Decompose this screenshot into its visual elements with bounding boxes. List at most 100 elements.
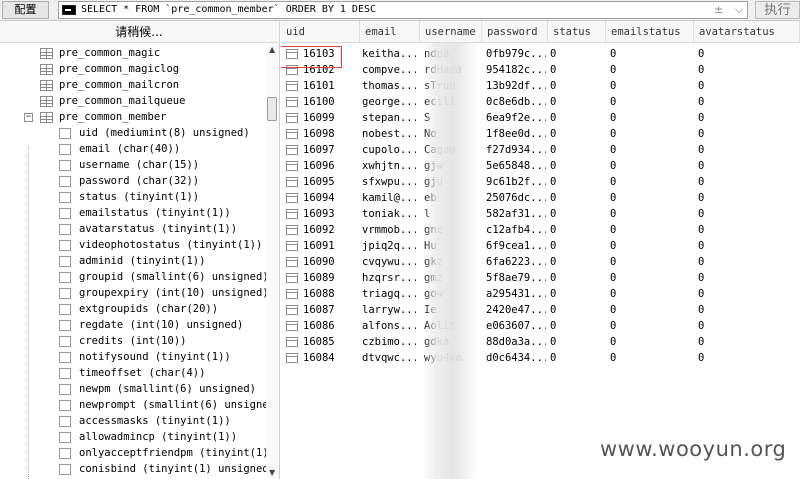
table-cell[interactable]: 0 [698, 78, 798, 94]
table-cell[interactable]: 0 [610, 318, 692, 334]
table-cell[interactable]: 0 [550, 350, 602, 366]
table-cell[interactable]: vrmmob... [362, 222, 416, 238]
tree-column-item[interactable]: status (tinyint(1)) [0, 189, 266, 205]
tree-table-item[interactable]: pre_common_magic [0, 45, 266, 61]
tree-column-item[interactable]: adminid (tinyint(1)) [0, 253, 266, 269]
column-header[interactable]: emailstatus [606, 21, 694, 43]
table-cell[interactable]: 2420e47... [486, 302, 546, 318]
table-cell[interactable]: 0 [550, 126, 602, 142]
table-cell[interactable]: 0 [610, 302, 692, 318]
table-cell[interactable]: 0 [610, 286, 692, 302]
table-cell[interactable]: xwhjtn... [362, 158, 416, 174]
table-cell[interactable]: 13b92df... [486, 78, 546, 94]
table-cell[interactable]: sfxwpu... [362, 174, 416, 190]
column-header[interactable]: password [482, 21, 548, 43]
table-row[interactable]: 16090 cvqywu... gkz 6fa6223... 0 0 0 [281, 254, 800, 270]
table-cell[interactable]: eb [424, 190, 480, 206]
table-cell[interactable]: 0 [610, 110, 692, 126]
tree-column-item[interactable]: password (char(32)) [0, 173, 266, 189]
table-cell[interactable]: 0 [698, 174, 798, 190]
table-cell[interactable]: 0fb979c... [486, 46, 546, 62]
history-arrows-icon[interactable]: ± [714, 3, 723, 16]
table-row[interactable]: 16086 alfons... Aolit e063607... 0 0 0 [281, 318, 800, 334]
table-cell[interactable]: toniak... [362, 206, 416, 222]
table-cell[interactable]: 0 [550, 238, 602, 254]
table-cell[interactable]: 0 [698, 158, 798, 174]
tree-column-item[interactable]: uid (mediumint(8) unsigned) [0, 125, 266, 141]
table-cell[interactable]: ecili [424, 94, 480, 110]
tree-column-item[interactable]: timeoffset (char(4)) [0, 365, 266, 381]
table-row[interactable]: 16095 sfxwpu... gju 9c61b2f... 0 0 0 [281, 174, 800, 190]
table-cell[interactable]: No [424, 126, 480, 142]
table-cell[interactable]: 1f8ee0d... [486, 126, 546, 142]
table-cell[interactable]: gjw [424, 158, 480, 174]
table-cell[interactable]: wyu4km [424, 350, 480, 366]
table-row[interactable]: 16096 xwhjtn... gjw 5e65848... 0 0 0 [281, 158, 800, 174]
table-cell[interactable]: Ie [424, 302, 480, 318]
table-cell[interactable]: dtvqwc... [362, 350, 416, 366]
table-cell[interactable]: 0 [550, 334, 602, 350]
table-cell[interactable]: czbimo... [362, 334, 416, 350]
table-cell[interactable]: george... [362, 94, 416, 110]
tree-column-item[interactable]: emailstatus (tinyint(1)) [0, 205, 266, 221]
table-cell[interactable]: 0 [610, 334, 692, 350]
table-row[interactable]: 16097 cupolo... Cagap f27d934... 0 0 0 [281, 142, 800, 158]
table-row[interactable]: 16085 czbimo... gdka 88d0a3a... 0 0 0 [281, 334, 800, 350]
table-cell[interactable]: 6fa6223... [486, 254, 546, 270]
tree-column-item[interactable]: newpm (smallint(6) unsigned) [0, 381, 266, 397]
table-cell[interactable]: keitha... [362, 46, 416, 62]
table-cell[interactable]: cupolo... [362, 142, 416, 158]
table-row[interactable]: 16102 compve... rdHada 954182c... 0 0 0 [281, 62, 800, 78]
table-cell[interactable]: 0 [610, 238, 692, 254]
table-cell[interactable]: 0 [698, 94, 798, 110]
table-cell[interactable]: 0 [550, 318, 602, 334]
config-button[interactable]: 配置 [2, 1, 49, 19]
table-cell[interactable]: a295431... [486, 286, 546, 302]
table-cell[interactable]: 88d0a3a... [486, 334, 546, 350]
table-cell[interactable]: 0 [610, 350, 692, 366]
table-cell[interactable]: Hu [424, 238, 480, 254]
column-header[interactable]: status [548, 21, 606, 43]
table-cell[interactable]: gnc [424, 222, 480, 238]
table-row[interactable]: 16100 george... ecili 0c8e6db... 0 0 0 [281, 94, 800, 110]
table-row[interactable]: 16091 jpiq2q... Hu 6f9cea1... 0 0 0 [281, 238, 800, 254]
table-cell[interactable]: 0 [698, 46, 798, 62]
table-cell[interactable]: gju [424, 174, 480, 190]
table-cell[interactable]: 0 [550, 62, 602, 78]
table-cell[interactable]: 0 [698, 302, 798, 318]
column-header[interactable]: avatarstatus [694, 21, 800, 43]
table-cell[interactable]: triagq... [362, 286, 416, 302]
table-cell[interactable]: 0 [550, 270, 602, 286]
scroll-down-icon[interactable]: ▼ [269, 468, 275, 477]
table-cell[interactable]: 582af31... [486, 206, 546, 222]
table-cell[interactable]: 0 [610, 222, 692, 238]
table-cell[interactable]: 0 [550, 110, 602, 126]
table-cell[interactable]: hzqrsr... [362, 270, 416, 286]
table-cell[interactable]: l [424, 206, 480, 222]
table-cell[interactable]: f27d934... [486, 142, 546, 158]
tree-column-item[interactable]: onlyacceptfriendpm (tinyint(1)) [0, 445, 275, 461]
tree-column-item[interactable]: notifysound (tinyint(1)) [0, 349, 266, 365]
table-cell[interactable]: 0 [698, 350, 798, 366]
table-row[interactable]: 16103 keitha... ndpa 0fb979c... 0 0 0 [281, 46, 800, 62]
tree-column-item[interactable]: groupexpiry (int(10) unsigned) [0, 285, 269, 301]
table-cell[interactable]: 0 [610, 62, 692, 78]
tree-table-item[interactable]: pre_common_mailqueue [0, 93, 266, 109]
scroll-thumb[interactable] [267, 97, 277, 121]
table-row[interactable]: 16098 nobest... No 1f8ee0d... 0 0 0 [281, 126, 800, 142]
tree-column-item[interactable]: credits (int(10)) [0, 333, 266, 349]
tree-table-item[interactable]: − pre_common_member [0, 109, 266, 125]
table-cell[interactable]: e063607... [486, 318, 546, 334]
table-cell[interactable]: nobest... [362, 126, 416, 142]
table-cell[interactable]: 0 [550, 174, 602, 190]
table-cell[interactable]: 9c61b2f... [486, 174, 546, 190]
tree-column-item[interactable]: email (char(40)) [0, 141, 266, 157]
table-cell[interactable]: gmz [424, 270, 480, 286]
table-cell[interactable]: rdHada [424, 62, 480, 78]
table-cell[interactable]: 0 [698, 254, 798, 270]
sql-query-input[interactable]: SELECT * FROM `pre_common_member` ORDER … [58, 1, 748, 19]
table-cell[interactable]: 0 [550, 78, 602, 94]
tree-column-item[interactable]: avatarstatus (tinyint(1)) [0, 221, 266, 237]
table-cell[interactable]: thomas... [362, 78, 416, 94]
table-cell[interactable]: 0 [550, 222, 602, 238]
